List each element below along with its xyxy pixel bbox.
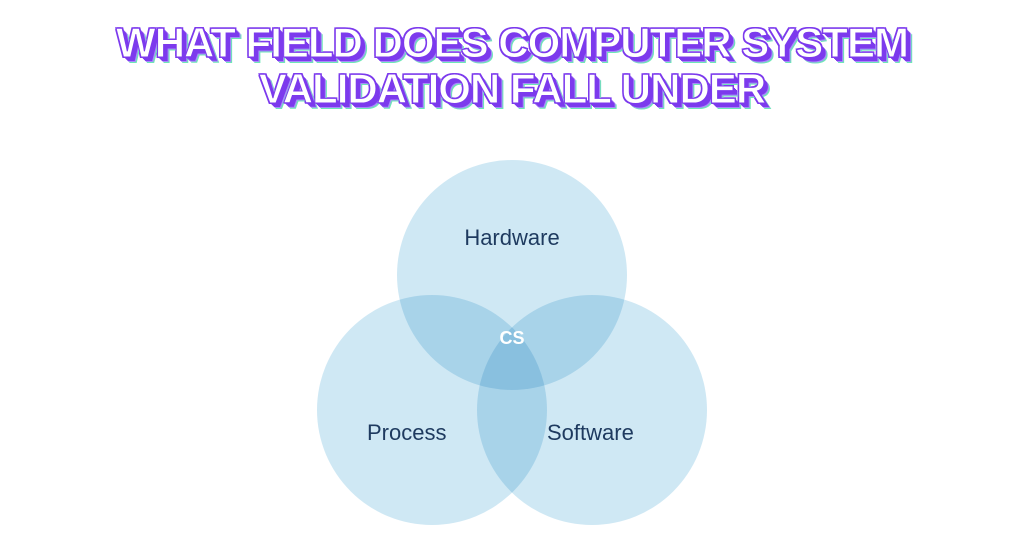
- venn-diagram: Hardware Process Software CS: [262, 160, 762, 540]
- venn-label-hardware: Hardware: [464, 225, 559, 251]
- venn-label-center: CS: [499, 328, 524, 349]
- venn-label-process: Process: [367, 420, 446, 446]
- page-title-container: WHAT FIELD DOES COMPUTER SYSTEM VALIDATI…: [0, 0, 1024, 112]
- page-title: WHAT FIELD DOES COMPUTER SYSTEM VALIDATI…: [0, 20, 1024, 112]
- venn-label-software: Software: [547, 420, 634, 446]
